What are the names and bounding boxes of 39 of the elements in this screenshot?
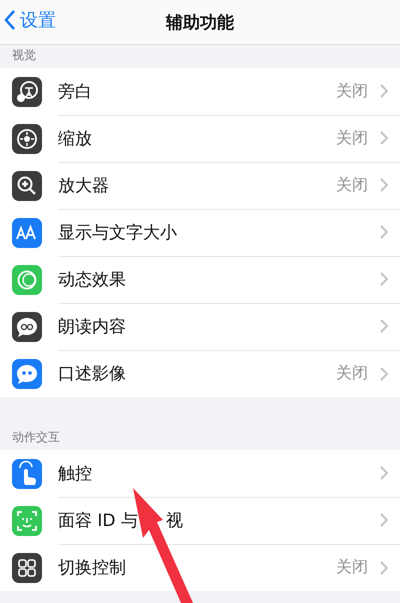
- row-label: 朗读内容: [58, 316, 126, 338]
- chevron-icon: [380, 84, 388, 98]
- settings-row[interactable]: 口述影像 关闭: [0, 350, 400, 397]
- row-value: 关闭: [336, 128, 368, 148]
- chevron-icon: [380, 466, 388, 480]
- row-value: 关闭: [336, 557, 368, 578]
- row-value: 关闭: [336, 80, 368, 102]
- page-title: 辅助功能: [166, 12, 234, 34]
- chevron-icon: [380, 319, 388, 333]
- settings-row[interactable]: 朗读内容: [0, 303, 400, 350]
- settings-row[interactable]: 缩放 关闭: [0, 115, 400, 162]
- row-label: 显示与文字大小: [58, 222, 177, 244]
- chevron-icon: [380, 131, 388, 145]
- chevron-icon: [380, 560, 388, 574]
- chevron-icon: [380, 178, 388, 192]
- settings-row[interactable]: 触控: [0, 450, 400, 497]
- row-value: 关闭: [336, 363, 368, 384]
- chevron-icon: [380, 366, 388, 380]
- chevron-icon: [380, 272, 388, 286]
- row-label-tail: 视: [166, 510, 183, 532]
- row-label: 口述影像: [58, 363, 126, 385]
- back-chevron-icon: [4, 9, 16, 31]
- row-label: 放大器: [58, 174, 109, 196]
- row-label: 切换控制: [58, 557, 126, 579]
- row-label: 触控: [58, 462, 92, 484]
- settings-row[interactable]: 放大器 关闭: [0, 162, 400, 209]
- settings-row[interactable]: 显示与文字大小: [0, 209, 400, 256]
- row-label: 面容 ID 与: [58, 510, 138, 532]
- row-label: 缩放: [58, 128, 92, 150]
- row-value: 关闭: [336, 174, 368, 196]
- back-link[interactable]: 设置: [4, 8, 56, 32]
- settings-row[interactable]: 旁白 关闭: [0, 68, 400, 115]
- row-label: 旁白: [58, 80, 92, 102]
- section-header: 视觉: [11, 47, 37, 64]
- chevron-icon: [380, 225, 388, 239]
- section-header: 动作交互: [11, 429, 61, 446]
- chevron-icon: [380, 513, 388, 527]
- settings-row[interactable]: 动态效果: [0, 256, 400, 303]
- row-label: 动态效果: [58, 268, 126, 290]
